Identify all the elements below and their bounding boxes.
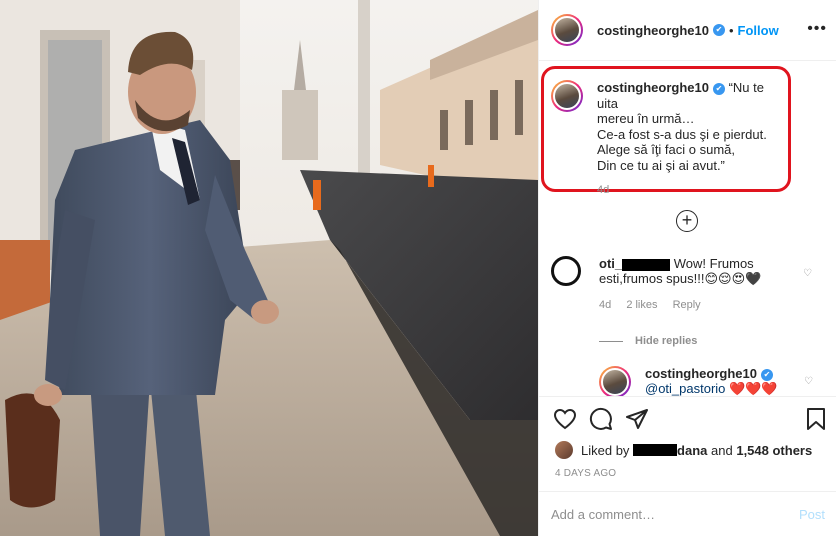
caption-avatar[interactable] — [551, 80, 583, 112]
liker-username[interactable]: dana — [677, 443, 707, 458]
follow-button[interactable]: Follow — [738, 23, 779, 38]
verified-badge-icon: ✔ — [712, 82, 725, 95]
comment-text: oti_ Wow! Frumos esti,frumos spus!!!😊😌😍🖤… — [599, 256, 789, 313]
liked-prefix: Liked by — [581, 442, 630, 458]
comment-like-heart-icon[interactable]: ♡ — [803, 268, 812, 279]
comment-meta: 4d 2 likes Reply — [599, 298, 789, 313]
divider-line — [599, 340, 623, 342]
liked-by-line: Liked by dana and 1,548 others — [555, 441, 812, 459]
hide-replies-button[interactable]: Hide replies — [599, 335, 697, 347]
post-comment-button[interactable]: Post — [799, 507, 825, 522]
post-side-panel: costingheorghe10 ✔ • Follow ••• costingh… — [538, 0, 836, 536]
caption: costingheorghe10 ✔ “Nu te uita mereu în u… — [551, 80, 783, 199]
likes-count[interactable]: 1,548 others — [736, 443, 812, 458]
author-username[interactable]: costingheorghe10 — [597, 23, 709, 38]
reply-like-heart-icon[interactable]: ♡ — [804, 376, 813, 387]
caption-username[interactable]: costingheorghe10 — [597, 80, 709, 95]
post-header: costingheorghe10 ✔ • Follow ••• — [539, 0, 836, 61]
add-comment-bar: Post — [539, 491, 836, 536]
reply-text: costingheorghe10 ✔ @oti_pastorio ❤️❤️❤️ — [645, 366, 778, 396]
caption-text: costingheorghe10 ✔ “Nu te uita mereu în u… — [597, 80, 783, 199]
verified-badge-icon: ✔ — [760, 368, 773, 381]
post-timestamp[interactable]: 4 DAYS AGO — [555, 468, 616, 479]
comment-bubble-icon[interactable] — [589, 407, 613, 434]
verified-badge-icon: ✔ — [712, 24, 725, 36]
author-avatar[interactable] — [551, 14, 583, 46]
save-bookmark-icon[interactable] — [805, 407, 827, 434]
comment-input[interactable] — [551, 506, 799, 522]
share-paper-plane-icon[interactable] — [625, 407, 649, 434]
reply-body: @oti_pastorio ❤️❤️❤️ — [645, 381, 778, 396]
comment-item: oti_ Wow! Frumos esti,frumos spus!!!😊😌😍🖤… — [551, 256, 789, 313]
post-photo[interactable] — [0, 0, 538, 536]
redacted-liker-name — [633, 444, 678, 456]
commenter-username[interactable]: oti_ — [599, 256, 622, 271]
hide-replies-label: Hide replies — [635, 335, 698, 347]
reply-item: costingheorghe10 ✔ @oti_pastorio ❤️❤️❤️ — [599, 366, 778, 396]
reply-clip: costingheorghe10 ✔ @oti_pastorio ❤️❤️❤️ ♡ — [539, 360, 836, 396]
comment-time[interactable]: 4d — [599, 299, 611, 311]
reply-button[interactable]: Reply — [673, 299, 701, 311]
reply-avatar[interactable] — [599, 366, 631, 396]
commenter-avatar[interactable] — [551, 256, 581, 286]
separator-dot: • — [728, 22, 734, 38]
liker-avatar[interactable] — [555, 441, 573, 459]
comment-likes[interactable]: 2 likes — [626, 299, 657, 311]
action-icons — [553, 407, 661, 434]
reply-username[interactable]: costingheorghe10 — [645, 366, 757, 381]
load-more-comments-icon[interactable]: + — [676, 210, 698, 232]
caption-time[interactable]: 4d — [597, 183, 783, 199]
more-options-icon[interactable]: ••• — [807, 21, 827, 37]
redacted-username — [622, 258, 671, 271]
liked-and: and — [711, 442, 733, 458]
like-heart-icon[interactable] — [553, 407, 577, 434]
